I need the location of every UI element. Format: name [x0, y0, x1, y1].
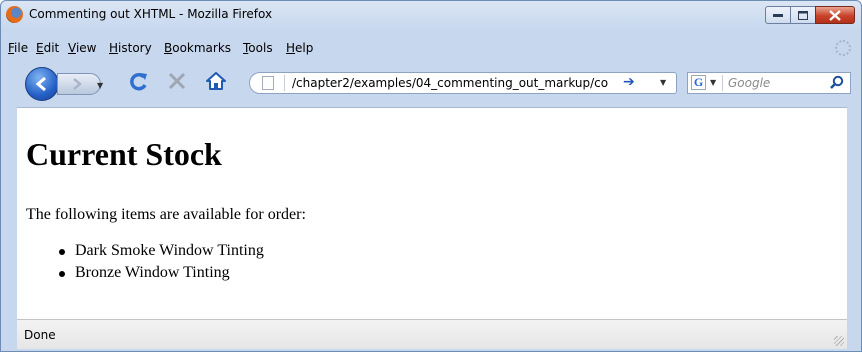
reload-icon	[130, 72, 147, 91]
resize-grip-icon[interactable]	[834, 336, 844, 346]
menu-tools[interactable]: Tools	[243, 41, 273, 55]
google-engine-icon[interactable]: G	[691, 75, 706, 90]
window-controls	[765, 6, 855, 24]
url-dropdown-icon[interactable]: ▼	[660, 78, 666, 87]
title-bar[interactable]: Commenting out XHTML - Mozilla Firefox	[1, 1, 861, 33]
loading-throbber-icon	[835, 40, 851, 56]
menu-help[interactable]: Help	[286, 41, 313, 55]
minimize-icon	[773, 14, 783, 17]
window-title: Commenting out XHTML - Mozilla Firefox	[29, 7, 273, 21]
status-bar: Done	[17, 319, 847, 349]
menu-edit[interactable]: Edit	[36, 41, 59, 55]
home-icon	[206, 72, 226, 90]
browser-window: Commenting out XHTML - Mozilla Firefox F…	[0, 0, 862, 352]
history-dropdown-icon[interactable]: ▼	[97, 81, 103, 90]
forward-arrow-icon	[73, 78, 82, 90]
engine-dropdown-icon[interactable]: ▼	[710, 78, 716, 87]
search-magnifier-icon[interactable]	[830, 75, 844, 93]
url-input[interactable]: /chapter2/examples/04_commenting_out_mar…	[292, 76, 612, 90]
home-button[interactable]	[206, 72, 226, 90]
menu-view[interactable]: View	[68, 41, 96, 55]
firefox-icon	[6, 6, 23, 23]
menu-bar: File Edit View History Bookmarks Tools H…	[1, 37, 861, 57]
list-item: Bronze Window Tinting	[57, 264, 264, 286]
page-heading: Current Stock	[26, 136, 222, 172]
stop-icon	[168, 72, 186, 90]
go-arrow-icon[interactable]: ➔	[623, 74, 635, 90]
forward-button[interactable]	[57, 73, 101, 95]
navigation-toolbar: ▼ /chapter2/examples/04_commenting_out_m…	[1, 63, 861, 103]
menu-bookmarks[interactable]: Bookmarks	[164, 41, 231, 55]
stop-button[interactable]	[168, 71, 186, 95]
status-text: Done	[24, 328, 56, 342]
menu-history[interactable]: History	[109, 41, 152, 55]
page-icon	[262, 76, 274, 90]
close-icon	[829, 9, 841, 21]
search-bar[interactable]: G ▼ Google	[687, 72, 851, 94]
page-content: Current Stock The following items are av…	[17, 107, 847, 320]
address-bar[interactable]: /chapter2/examples/04_commenting_out_mar…	[249, 72, 677, 94]
back-arrow-icon	[35, 76, 46, 92]
maximize-icon	[798, 10, 808, 20]
search-input[interactable]: Google	[728, 76, 770, 90]
minimize-button[interactable]	[765, 6, 791, 24]
list-item: Dark Smoke Window Tinting	[57, 242, 264, 264]
intro-text: The following items are available for or…	[26, 206, 306, 223]
reload-button[interactable]	[129, 71, 149, 98]
back-button[interactable]	[25, 67, 59, 101]
maximize-button[interactable]	[790, 6, 816, 24]
menu-file[interactable]: File	[8, 41, 28, 55]
stock-list: Dark Smoke Window Tinting Bronze Window …	[57, 242, 264, 286]
close-button[interactable]	[815, 6, 855, 24]
